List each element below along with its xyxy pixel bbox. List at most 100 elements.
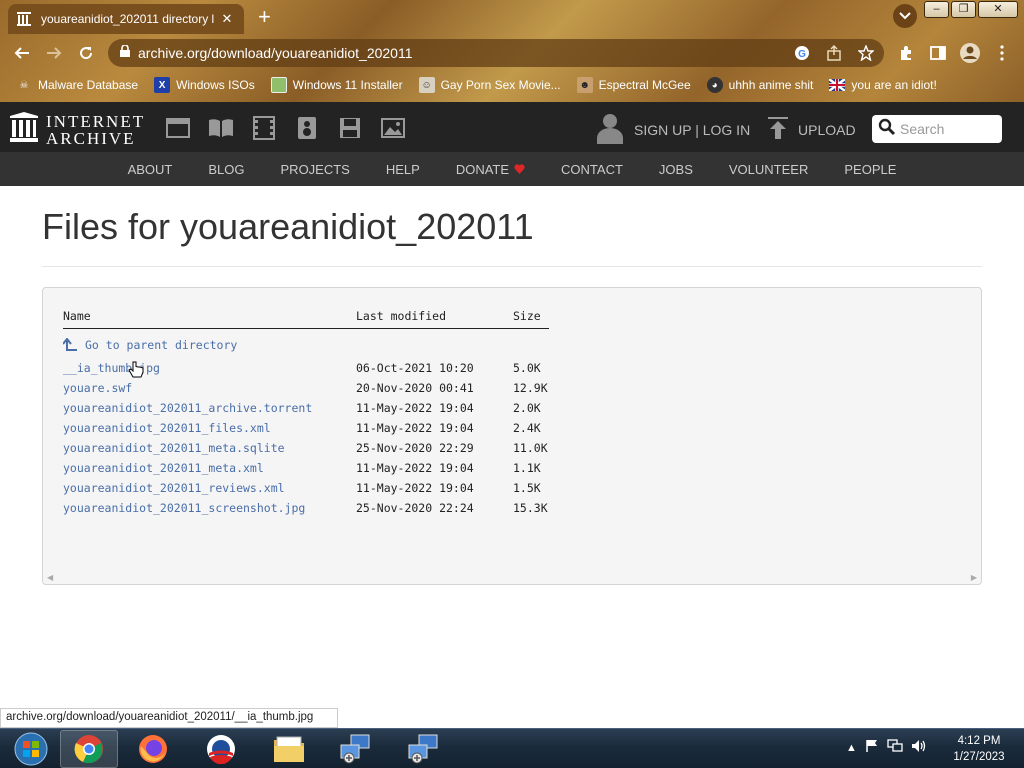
network-setup-icon[interactable] bbox=[326, 730, 384, 768]
restore-button[interactable]: ❐ bbox=[951, 1, 976, 18]
obama-logo-icon[interactable] bbox=[192, 730, 250, 768]
nav-jobs[interactable]: JOBS bbox=[659, 162, 693, 177]
bookmark-windows-11-installer[interactable]: Windows 11 Installer bbox=[270, 77, 403, 93]
bookmark-label: Windows 11 Installer bbox=[292, 78, 403, 92]
browser-menu-icon[interactable] bbox=[990, 41, 1014, 65]
scroll-left-icon[interactable]: ◀ bbox=[47, 573, 53, 582]
window-close-button[interactable]: ✕ bbox=[978, 1, 1018, 18]
nav-contact[interactable]: CONTACT bbox=[561, 162, 623, 177]
extensions-icon[interactable] bbox=[894, 41, 918, 65]
image-icon bbox=[270, 77, 287, 93]
table-row: youareanidiot_202011_screenshot.jpg 25-N… bbox=[63, 498, 549, 518]
file-link[interactable]: youareanidiot_202011_screenshot.jpg bbox=[63, 501, 305, 515]
google-lens-icon[interactable]: G bbox=[792, 43, 812, 63]
nav-projects[interactable]: PROJECTS bbox=[281, 162, 350, 177]
file-link[interactable]: youareanidiot_202011_meta.xml bbox=[63, 461, 264, 475]
parent-directory-cell: Go to parent directory bbox=[63, 328, 356, 358]
bookmark-windows-isos[interactable]: X Windows ISOs bbox=[154, 77, 255, 93]
bookmark-label: Windows ISOs bbox=[176, 78, 255, 92]
file-modified: 11-May-2022 19:04 bbox=[356, 461, 474, 475]
audio-icon[interactable] bbox=[294, 115, 320, 141]
file-link[interactable]: youareanidiot_202011_files.xml bbox=[63, 421, 271, 435]
back-icon[interactable] bbox=[10, 41, 34, 65]
nav-volunteer[interactable]: VOLUNTEER bbox=[729, 162, 808, 177]
horizontal-scrollbar[interactable]: ◀ ▶ bbox=[43, 570, 981, 584]
file-link[interactable]: youareanidiot_202011_reviews.xml bbox=[63, 481, 285, 495]
address-bar[interactable]: archive.org/download/youareanidiot_20201… bbox=[108, 39, 884, 67]
table-row: youareanidiot_202011_files.xml 11-May-20… bbox=[63, 418, 549, 438]
browser-tab[interactable]: youareanidiot_202011 directory l ✕ bbox=[8, 4, 244, 34]
file-size: 2.4K bbox=[513, 421, 541, 435]
hand-cursor-icon bbox=[128, 361, 144, 384]
profile-avatar-icon[interactable] bbox=[958, 41, 982, 65]
browser-toolbar: archive.org/download/youareanidiot_20201… bbox=[0, 36, 1024, 70]
software-icon[interactable] bbox=[337, 115, 363, 141]
file-link[interactable]: __ia_thumb.jpg bbox=[63, 361, 160, 375]
file-size: 2.0K bbox=[513, 401, 541, 415]
window-controls: – ❐ ✕ bbox=[922, 1, 1018, 18]
signup-login-link[interactable]: SIGN UP | LOG IN bbox=[596, 112, 750, 147]
url-text: archive.org/download/youareanidiot_20201… bbox=[138, 45, 413, 61]
action-center-flag-icon[interactable] bbox=[865, 739, 879, 756]
firefox-icon[interactable] bbox=[124, 730, 182, 768]
clock-date: 1/27/2023 bbox=[953, 751, 1005, 763]
reload-icon[interactable] bbox=[74, 41, 98, 65]
bookmark-you-are-an-idiot[interactable]: you are an idiot! bbox=[829, 77, 937, 93]
new-tab-button[interactable]: + bbox=[258, 5, 271, 29]
start-orb-icon[interactable] bbox=[2, 730, 60, 768]
svg-text:G: G bbox=[798, 49, 806, 60]
file-modified: 25-Nov-2020 22:29 bbox=[356, 441, 474, 455]
chrome-icon[interactable] bbox=[60, 730, 118, 768]
table-row: youareanidiot_202011_reviews.xml 11-May-… bbox=[63, 478, 549, 498]
table-row: youareanidiot_202011_meta.sqlite 25-Nov-… bbox=[63, 438, 549, 458]
volume-icon[interactable] bbox=[911, 739, 927, 756]
upload-link[interactable]: UPLOAD bbox=[768, 117, 856, 142]
file-explorer-icon[interactable] bbox=[260, 730, 318, 768]
parent-directory-link[interactable]: Go to parent directory bbox=[63, 338, 237, 352]
clock-time: 4:12 PM bbox=[957, 735, 1001, 747]
network-setup-icon[interactable] bbox=[394, 730, 452, 768]
lock-icon bbox=[120, 44, 130, 62]
up-arrow-icon bbox=[63, 338, 77, 352]
file-size: 12.9K bbox=[513, 381, 548, 395]
nav-help[interactable]: HELP bbox=[386, 162, 420, 177]
bookmark-uhhh-anime-shit[interactable]: ◕ uhhh anime shit bbox=[706, 77, 814, 93]
forward-icon[interactable] bbox=[42, 41, 66, 65]
column-header-modified: Last modified bbox=[356, 308, 513, 329]
character-icon: ☻ bbox=[576, 77, 593, 93]
web-icon[interactable] bbox=[165, 115, 191, 141]
anime-icon: ◕ bbox=[706, 77, 723, 93]
tab-close-icon[interactable]: ✕ bbox=[218, 11, 236, 27]
page-title: Files for youareanidiot_202011 bbox=[42, 206, 534, 247]
file-modified: 06-Oct-2021 10:20 bbox=[356, 361, 474, 375]
video-icon[interactable] bbox=[251, 115, 277, 141]
bookmark-gay-porn-sex-movie[interactable]: ☺ Gay Porn Sex Movie... bbox=[418, 77, 561, 93]
bookmark-espectral-mcgee[interactable]: ☻ Espectral McGee bbox=[576, 77, 691, 93]
bookmark-label: Gay Porn Sex Movie... bbox=[440, 78, 561, 92]
nav-blog[interactable]: BLOG bbox=[208, 162, 244, 177]
minimize-button[interactable]: – bbox=[924, 1, 949, 18]
bookmark-malware-database[interactable]: ☠ Malware Database bbox=[16, 77, 139, 93]
file-link[interactable]: youare.swf bbox=[63, 381, 132, 395]
ia-logo[interactable]: INTERNET ARCHIVE bbox=[10, 112, 145, 147]
search-input[interactable] bbox=[900, 121, 1000, 137]
tab-search-button[interactable] bbox=[893, 4, 917, 28]
face-icon: ☺ bbox=[418, 77, 435, 93]
nav-donate[interactable]: DONATE bbox=[456, 162, 525, 177]
bookmark-label: uhhh anime shit bbox=[728, 78, 814, 92]
scroll-right-icon[interactable]: ▶ bbox=[971, 573, 977, 582]
taskbar-clock[interactable]: 4:12 PM 1/27/2023 bbox=[944, 733, 1014, 765]
images-icon[interactable] bbox=[380, 115, 406, 141]
file-link[interactable]: youareanidiot_202011_archive.torrent bbox=[63, 401, 312, 415]
side-panel-icon[interactable] bbox=[926, 41, 950, 65]
file-link[interactable]: youareanidiot_202011_meta.sqlite bbox=[63, 441, 285, 455]
bookmark-star-icon[interactable] bbox=[856, 43, 876, 63]
texts-icon[interactable] bbox=[208, 115, 234, 141]
share-icon[interactable] bbox=[824, 43, 844, 63]
tray-expand-icon[interactable]: ▲ bbox=[846, 742, 857, 754]
search-icon[interactable] bbox=[878, 118, 896, 141]
network-icon[interactable] bbox=[887, 739, 903, 756]
nav-about[interactable]: ABOUT bbox=[128, 162, 173, 177]
nav-people[interactable]: PEOPLE bbox=[844, 162, 896, 177]
bookmark-label: you are an idiot! bbox=[851, 78, 937, 92]
